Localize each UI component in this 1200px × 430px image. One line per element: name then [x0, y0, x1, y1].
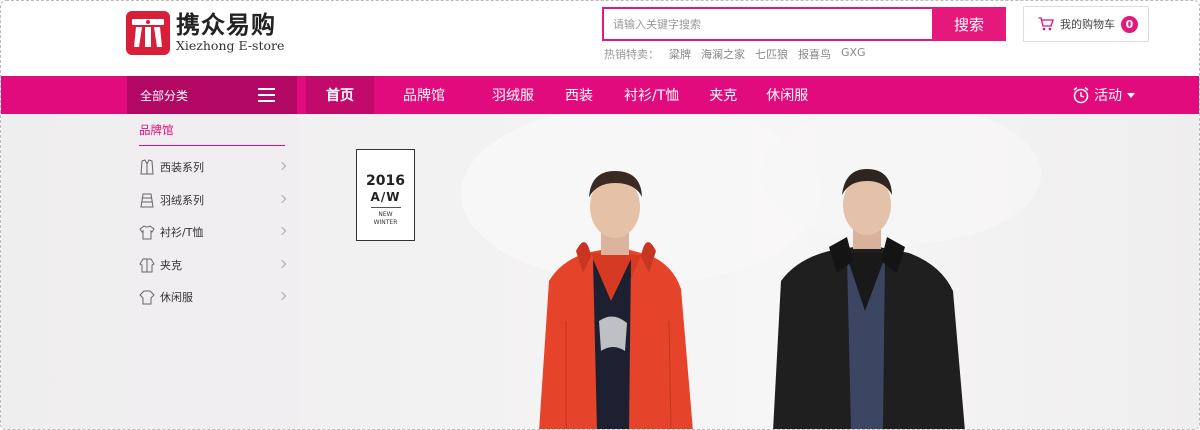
sidebar-item-label: 夹克	[160, 258, 182, 272]
nav-item-home[interactable]: 首页	[306, 76, 374, 114]
chevron-down-icon	[1127, 92, 1135, 98]
model-black-coat-image	[769, 161, 969, 429]
sidebar-item-label: 衬衫/T恤	[160, 226, 204, 240]
sidebar-item-label: 西装系列	[160, 161, 204, 175]
hot-link[interactable]: 报喜鸟	[798, 46, 831, 62]
logo-mark-icon	[126, 11, 170, 55]
nav-item-shirts[interactable]: 衬衫/T恤	[613, 76, 699, 114]
model-orange-jacket-image	[531, 161, 701, 429]
alarm-clock-icon	[1072, 86, 1090, 104]
season-year: 2016	[366, 173, 405, 189]
chevron-right-icon	[277, 226, 287, 236]
nav-item-casual[interactable]: 休闲服	[757, 76, 828, 114]
all-categories-button[interactable]: 全部分类	[127, 76, 297, 114]
nav-item-suits[interactable]: 西装	[554, 76, 613, 114]
sidebar-item-label: 羽绒系列	[160, 193, 204, 207]
sidebar-item-down[interactable]: 羽绒系列	[139, 184, 287, 217]
nav-item-down-jackets[interactable]: 羽绒服	[465, 76, 554, 114]
season-tag: 2016 A/W NEW WINTER	[356, 149, 415, 241]
cart-label: 我的购物车	[1060, 18, 1115, 31]
casual-icon	[139, 289, 155, 305]
suit-icon	[139, 159, 155, 175]
nav-events-label: 活动	[1094, 88, 1122, 104]
chevron-right-icon	[277, 161, 287, 171]
sidebar-item-label: 休闲服	[160, 291, 193, 305]
nav-events-dropdown[interactable]: 活动	[1072, 76, 1135, 114]
tag-divider	[370, 207, 401, 208]
shopping-cart-icon	[1038, 17, 1054, 31]
nav-item-brands[interactable]: 品牌馆	[374, 76, 465, 114]
cart-count-badge: 0	[1121, 16, 1138, 33]
chevron-right-icon	[277, 259, 287, 268]
logo-english-name: Xiezhong E-store	[176, 38, 285, 54]
season-line1: NEW	[378, 211, 393, 218]
category-sidebar: 品牌馆 西装系列 羽绒系列 衬衫/T恤 夹克 休闲服	[127, 114, 297, 429]
search-button[interactable]: 搜索	[932, 7, 1006, 41]
nav-item-jackets[interactable]: 夹克	[699, 76, 757, 114]
sidebar-item-casual[interactable]: 休闲服	[139, 281, 287, 314]
sidebar-item-suits[interactable]: 西装系列	[139, 151, 287, 184]
search-bar: 搜索	[602, 7, 1006, 41]
hot-link[interactable]: 七匹狼	[755, 46, 788, 62]
hot-sale-links: 热销特卖： 粱牌 海澜之家 七匹狼 报喜鸟 GXG	[604, 46, 866, 62]
sidebar-item-jackets[interactable]: 夹克	[139, 249, 287, 282]
main-nav: 全部分类 首页 品牌馆 羽绒服 西装 衬衫/T恤 夹克 休闲服 活动	[1, 76, 1199, 114]
jacket-icon	[139, 257, 155, 273]
season-line2: WINTER	[373, 219, 398, 226]
sidebar-title[interactable]: 品牌馆	[139, 122, 174, 138]
search-input[interactable]	[602, 7, 932, 41]
hamburger-menu-icon	[258, 88, 275, 102]
logo-chinese-name: 携众易购	[176, 11, 276, 40]
page-frame: 携众易购 Xiezhong E-store 搜索 热销特卖： 粱牌 海澜之家 七…	[0, 0, 1200, 430]
cart-button[interactable]: 我的购物车 0	[1023, 6, 1149, 42]
chevron-right-icon	[277, 194, 287, 203]
shirt-icon	[139, 224, 155, 240]
hot-link[interactable]: 粱牌	[669, 46, 691, 62]
site-logo[interactable]: 携众易购 Xiezhong E-store	[126, 11, 284, 55]
hot-link[interactable]: GXG	[841, 46, 866, 62]
hot-sale-label: 热销特卖：	[604, 48, 659, 61]
chevron-right-icon	[277, 291, 287, 301]
sidebar-divider	[139, 145, 285, 146]
all-categories-label: 全部分类	[140, 88, 189, 103]
season-code: A/W	[370, 190, 401, 204]
sidebar-item-shirts[interactable]: 衬衫/T恤	[139, 216, 287, 249]
down-jacket-icon	[139, 192, 155, 208]
hot-link[interactable]: 海澜之家	[701, 46, 745, 62]
